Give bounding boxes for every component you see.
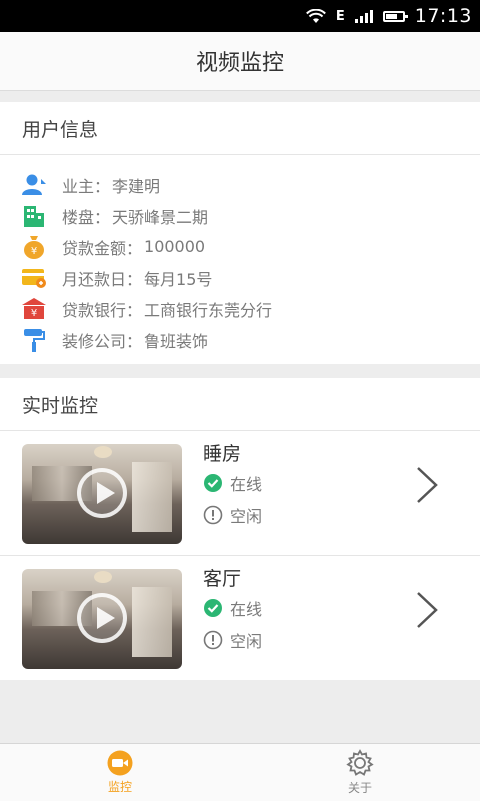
play-icon[interactable]: [77, 593, 127, 643]
status-time: 17:13: [414, 5, 472, 27]
user-info-title: 用户信息: [0, 102, 480, 155]
info-circle-icon: [203, 505, 223, 525]
svg-text:¥: ¥: [31, 246, 37, 257]
online-label: 在线: [230, 600, 263, 619]
camera-row-living-room[interactable]: 客厅 在线 空闲: [0, 556, 480, 680]
building-icon: [20, 203, 48, 229]
info-label: 月还款日：: [62, 269, 143, 289]
user-info-card: 用户信息 业主： 李建明 楼盘： 天骄峰景二期 ¥ 贷款金额： 100000 月…: [0, 102, 480, 364]
nav-tab-monitor[interactable]: 监控: [0, 744, 240, 801]
nav-tab-about[interactable]: 关于: [240, 744, 480, 801]
camera-icon: [107, 750, 133, 776]
info-label: 贷款银行：: [62, 300, 143, 320]
paint-roller-icon: [20, 327, 48, 353]
bottom-nav: 监控 关于: [0, 743, 480, 801]
status-bar: E 17:13: [0, 0, 480, 32]
info-row-bank: ¥ 贷款银行： 工商银行东莞分行: [20, 293, 480, 324]
info-row-decoration: 装修公司： 鲁班装饰: [20, 324, 480, 355]
idle-status: 空闲: [203, 503, 262, 527]
info-label: 业主：: [62, 176, 111, 196]
info-row-loan-amount: ¥ 贷款金额： 100000: [20, 231, 480, 262]
play-icon[interactable]: [77, 468, 127, 518]
wifi-icon: [305, 8, 326, 23]
page-title: 视频监控: [195, 51, 284, 76]
signal-icon: [354, 9, 373, 23]
info-row-repay-day: 月还款日： 每月15号: [20, 262, 480, 293]
info-value: 鲁班装饰: [144, 331, 209, 351]
idle-status: 空闲: [203, 628, 262, 652]
gear-icon: [346, 749, 374, 776]
info-circle-icon: [203, 630, 223, 650]
nav-label: 监控: [107, 780, 132, 794]
chevron-right-icon[interactable]: [414, 465, 440, 505]
info-value: 每月15号: [144, 269, 213, 289]
network-type: E: [335, 8, 345, 24]
camera-name: 睡房: [203, 443, 242, 465]
info-value: 100000: [144, 237, 206, 256]
bank-icon: ¥: [20, 296, 48, 322]
user-info-list: 业主： 李建明 楼盘： 天骄峰景二期 ¥ 贷款金额： 100000 月还款日： …: [0, 155, 480, 355]
owner-icon: [20, 172, 48, 198]
online-status: 在线: [203, 596, 262, 620]
camera-name: 客厅: [203, 568, 242, 590]
card-icon: [20, 265, 48, 291]
camera-thumbnail[interactable]: [22, 569, 182, 669]
battery-icon: [382, 10, 408, 22]
info-label: 楼盘：: [62, 207, 111, 227]
info-value: 工商银行东莞分行: [144, 300, 273, 320]
check-circle-icon: [204, 474, 222, 492]
camera-row-bedroom[interactable]: 睡房 在线 空闲: [0, 431, 480, 556]
chevron-right-icon[interactable]: [414, 590, 440, 630]
info-row-owner: 业主： 李建明: [20, 169, 480, 200]
idle-label: 空闲: [230, 632, 263, 651]
online-status: 在线: [203, 471, 262, 495]
title-bar: 视频监控: [0, 32, 480, 91]
info-label: 装修公司：: [62, 331, 143, 351]
nav-label: 关于: [347, 781, 372, 795]
info-row-property: 楼盘： 天骄峰景二期: [20, 200, 480, 231]
info-value: 天骄峰景二期: [112, 207, 209, 227]
info-label: 贷款金额：: [62, 238, 143, 258]
idle-label: 空闲: [230, 507, 263, 526]
info-value: 李建明: [112, 176, 161, 196]
svg-text:¥: ¥: [31, 308, 37, 319]
online-label: 在线: [230, 475, 263, 494]
monitor-card: 实时监控 睡房 在线 空闲 客厅 在线 空闲: [0, 378, 480, 680]
money-bag-icon: ¥: [20, 234, 48, 260]
monitor-title: 实时监控: [0, 378, 480, 431]
check-circle-icon: [204, 599, 222, 617]
camera-thumbnail[interactable]: [22, 444, 182, 544]
